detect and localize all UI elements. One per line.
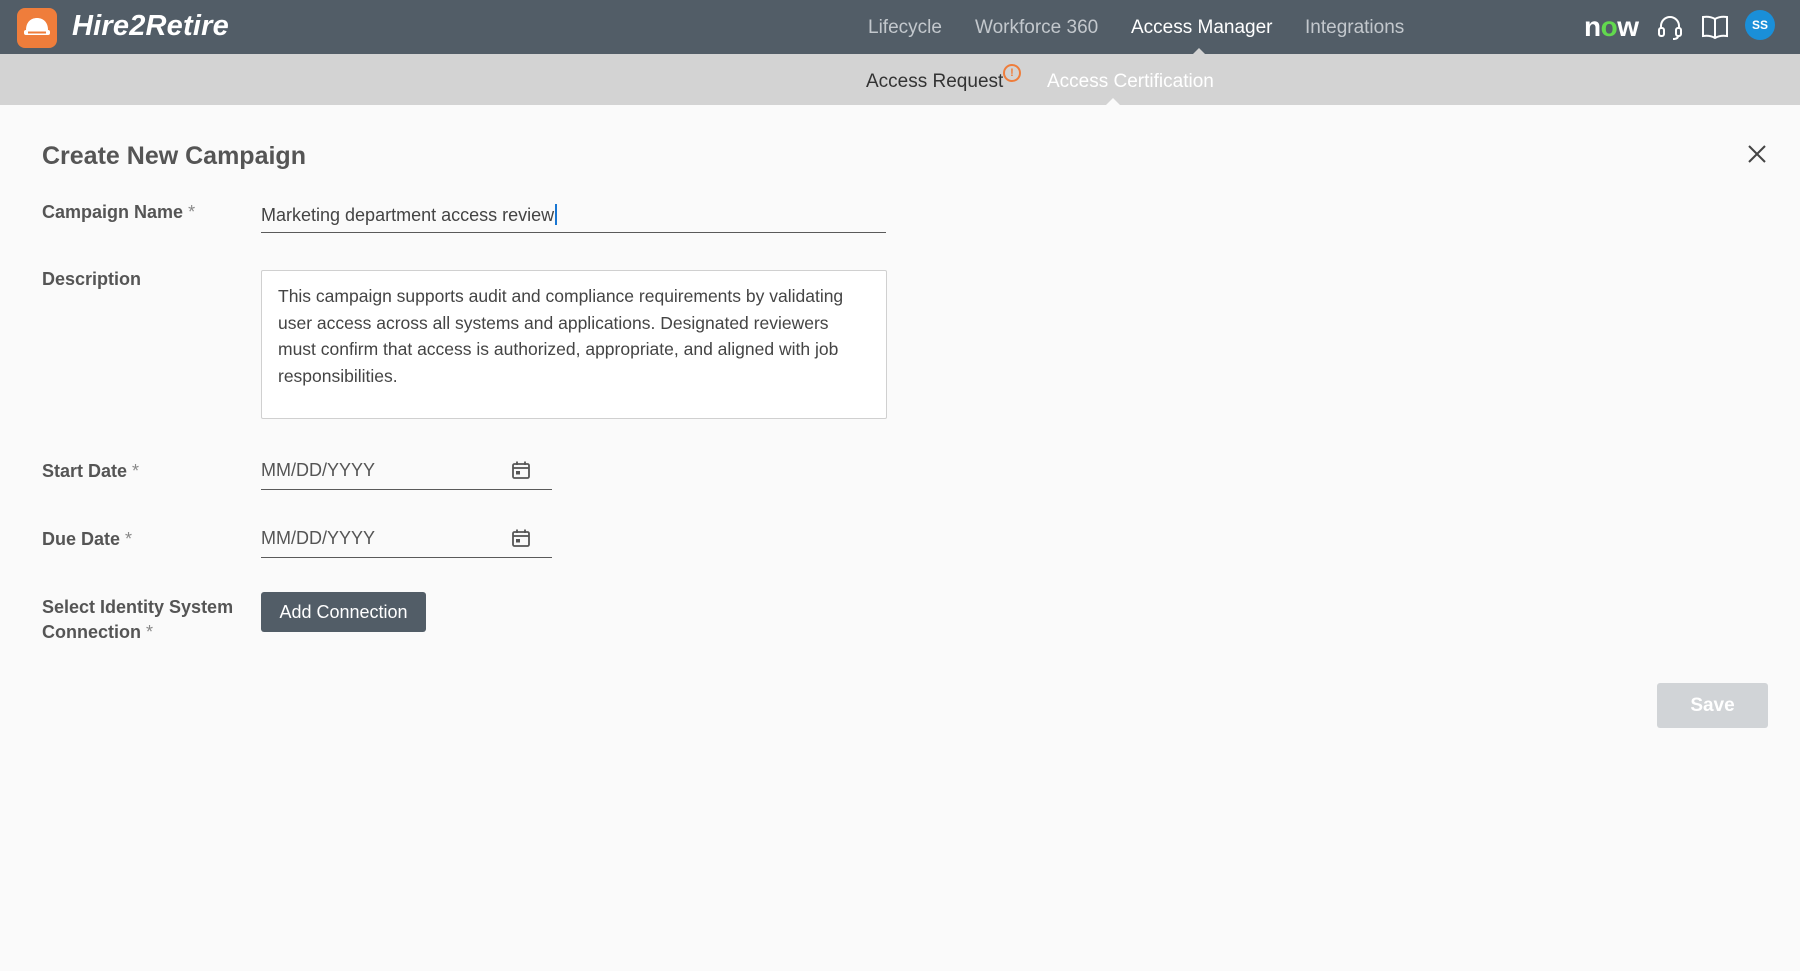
nav-access-manager[interactable]: Access Manager (1131, 17, 1273, 39)
tab-access-certification[interactable]: Access Certification (1047, 71, 1214, 93)
campaign-name-value: Marketing department access review (261, 204, 557, 226)
book-icon[interactable] (1700, 12, 1730, 42)
text-cursor (555, 204, 557, 225)
add-connection-button[interactable]: Add Connection (261, 592, 426, 632)
sub-navigation-bar: Access Request ! Access Certification (0, 54, 1800, 105)
servicenow-logo: now (1584, 11, 1639, 42)
page-title: Create New Campaign (42, 142, 306, 170)
start-date-label: Start Date * (42, 461, 140, 481)
due-date-label: Due Date * (42, 529, 133, 549)
start-date-input[interactable]: MM/DD/YYYY (261, 452, 552, 490)
app-logo-icon[interactable] (17, 8, 57, 48)
identity-connection-label: Select Identity System Connection * (42, 597, 234, 642)
campaign-form-panel: Create New Campaign Campaign Name * Mark… (0, 105, 1800, 971)
alert-icon: ! (1003, 64, 1021, 82)
due-date-placeholder: MM/DD/YYYY (261, 528, 376, 548)
nav-workforce-360[interactable]: Workforce 360 (975, 17, 1098, 39)
description-value: This campaign supports audit and complia… (278, 286, 844, 386)
campaign-name-label: Campaign Name * (42, 202, 196, 222)
description-textarea[interactable]: This campaign supports audit and complia… (261, 270, 887, 419)
top-navigation-bar: Hire2Retire Lifecycle Workforce 360 Acce… (0, 0, 1800, 54)
campaign-name-input[interactable]: Marketing department access review (261, 197, 886, 233)
description-label: Description (42, 269, 142, 289)
start-date-placeholder: MM/DD/YYYY (261, 460, 376, 480)
nav-integrations[interactable]: Integrations (1305, 17, 1404, 39)
active-tab-indicator (1106, 98, 1120, 105)
calendar-icon[interactable] (510, 459, 532, 481)
tab-access-request[interactable]: Access Request (866, 71, 1003, 93)
close-icon[interactable] (1745, 142, 1769, 166)
due-date-input[interactable]: MM/DD/YYYY (261, 520, 552, 558)
calendar-icon[interactable] (510, 527, 532, 549)
user-avatar[interactable]: SS (1745, 10, 1775, 40)
brand-name[interactable]: Hire2Retire (72, 10, 229, 43)
nav-lifecycle[interactable]: Lifecycle (868, 17, 942, 39)
save-button[interactable]: Save (1657, 683, 1768, 728)
headset-icon[interactable] (1655, 12, 1685, 42)
